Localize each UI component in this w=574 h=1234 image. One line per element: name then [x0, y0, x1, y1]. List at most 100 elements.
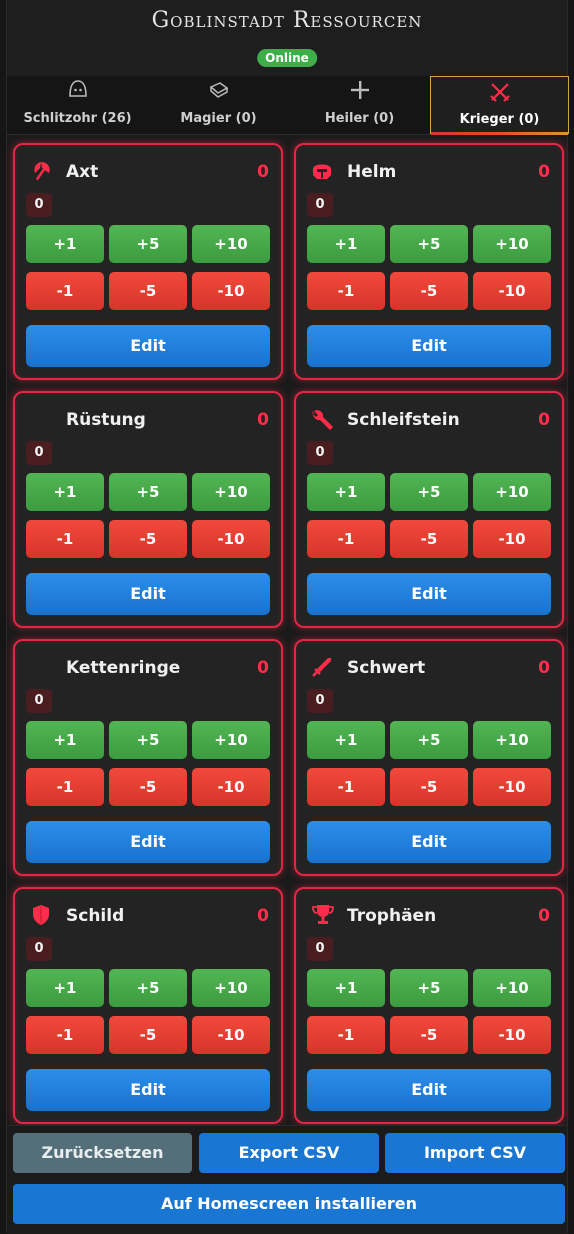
tab-magier[interactable]: Magier (0) — [148, 76, 289, 134]
plus-5-button[interactable]: +5 — [109, 225, 187, 263]
tab-label: Magier (0) — [180, 111, 257, 126]
resource-card-schleifstein: Schleifstein 0 0 +1 +5 +10 -1 -5 -10 Edi… — [294, 391, 564, 628]
minus-10-button[interactable]: -10 — [473, 520, 551, 558]
plus-10-button[interactable]: +10 — [473, 969, 551, 1007]
resource-card-schwert: Schwert 0 0 +1 +5 +10 -1 -5 -10 Edit — [294, 639, 564, 876]
plus-10-button[interactable]: +10 — [473, 473, 551, 511]
plus-5-button[interactable]: +5 — [390, 225, 468, 263]
edit-button[interactable]: Edit — [307, 573, 551, 615]
plus-5-button[interactable]: +5 — [390, 969, 468, 1007]
header: Goblinstadt Ressourcen Online — [7, 0, 567, 76]
minus-10-button[interactable]: -10 — [473, 768, 551, 806]
plus-5-button[interactable]: +5 — [390, 473, 468, 511]
footer-toolbar: Zurücksetzen Export CSV Import CSV Auf H… — [7, 1125, 567, 1234]
plus-5-button[interactable]: +5 — [109, 969, 187, 1007]
plus-10-button[interactable]: +10 — [192, 721, 270, 759]
minus-10-button[interactable]: -10 — [473, 1016, 551, 1054]
resource-total: 0 — [257, 410, 269, 430]
reset-button[interactable]: Zurücksetzen — [13, 1133, 192, 1173]
plus-10-button[interactable]: +10 — [192, 473, 270, 511]
edit-button[interactable]: Edit — [307, 821, 551, 863]
resource-count: 0 — [26, 441, 52, 465]
resource-count: 0 — [307, 937, 333, 961]
edit-button[interactable]: Edit — [307, 1069, 551, 1111]
plus-1-button[interactable]: +1 — [26, 721, 104, 759]
minus-1-button[interactable]: -1 — [26, 768, 104, 806]
tab-label: Schlitzohr (26) — [23, 111, 132, 126]
resource-count: 0 — [26, 193, 52, 217]
plus-1-button[interactable]: +1 — [26, 473, 104, 511]
status-badge: Online — [257, 49, 317, 67]
tab-label: Heiler (0) — [324, 111, 395, 126]
minus-1-button[interactable]: -1 — [26, 520, 104, 558]
plus-1-button[interactable]: +1 — [307, 225, 385, 263]
edit-button[interactable]: Edit — [26, 573, 270, 615]
trophy-icon — [310, 903, 334, 927]
minus-5-button[interactable]: -5 — [109, 272, 187, 310]
tab-heiler[interactable]: Heiler (0) — [289, 76, 430, 134]
minus-10-button[interactable]: -10 — [192, 520, 270, 558]
import-csv-button[interactable]: Import CSV — [385, 1133, 565, 1173]
minus-10-button[interactable]: -10 — [473, 272, 551, 310]
crossed-swords-icon — [431, 77, 568, 110]
plus-10-button[interactable]: +10 — [473, 225, 551, 263]
minus-1-button[interactable]: -1 — [26, 1016, 104, 1054]
plus-icon — [289, 76, 430, 109]
minus-1-button[interactable]: -1 — [307, 768, 385, 806]
plus-1-button[interactable]: +1 — [26, 969, 104, 1007]
helmet-icon — [310, 159, 334, 183]
resource-name: Schleifstein — [347, 410, 460, 430]
resource-count: 0 — [307, 193, 333, 217]
resource-card-kettenringe: Kettenringe 0 0 +1 +5 +10 -1 -5 -10 Edit — [13, 639, 283, 876]
wrench-icon — [310, 407, 334, 431]
resource-card-helm: Helm 0 0 +1 +5 +10 -1 -5 -10 Edit — [294, 143, 564, 380]
resource-total: 0 — [257, 658, 269, 678]
minus-5-button[interactable]: -5 — [109, 520, 187, 558]
edit-button[interactable]: Edit — [26, 1069, 270, 1111]
plus-5-button[interactable]: +5 — [390, 721, 468, 759]
plus-1-button[interactable]: +1 — [307, 969, 385, 1007]
minus-1-button[interactable]: -1 — [307, 1016, 385, 1054]
plus-1-button[interactable]: +1 — [307, 721, 385, 759]
minus-10-button[interactable]: -10 — [192, 1016, 270, 1054]
resource-total: 0 — [538, 658, 550, 678]
minus-5-button[interactable]: -5 — [390, 272, 468, 310]
plus-10-button[interactable]: +10 — [473, 721, 551, 759]
resource-name: Axt — [66, 162, 99, 182]
tab-schlitzohr[interactable]: Schlitzohr (26) — [7, 76, 148, 134]
resource-total: 0 — [538, 162, 550, 182]
install-homescreen-button[interactable]: Auf Homescreen installieren — [13, 1184, 565, 1224]
resource-name: Schwert — [347, 658, 426, 678]
resource-name: Trophäen — [347, 906, 437, 926]
minus-5-button[interactable]: -5 — [390, 520, 468, 558]
tab-krieger[interactable]: Krieger (0) — [430, 76, 569, 135]
resource-name: Helm — [347, 162, 397, 182]
plus-5-button[interactable]: +5 — [109, 473, 187, 511]
minus-1-button[interactable]: -1 — [26, 272, 104, 310]
plus-1-button[interactable]: +1 — [26, 225, 104, 263]
minus-5-button[interactable]: -5 — [390, 768, 468, 806]
shield-icon — [29, 903, 53, 927]
plus-1-button[interactable]: +1 — [307, 473, 385, 511]
app-container: Goblinstadt Ressourcen Online Schlitzohr… — [6, 0, 569, 1234]
spellbook-icon — [148, 76, 289, 109]
sword-icon — [310, 655, 334, 679]
minus-5-button[interactable]: -5 — [390, 1016, 468, 1054]
resource-total: 0 — [538, 410, 550, 430]
edit-button[interactable]: Edit — [26, 325, 270, 367]
minus-5-button[interactable]: -5 — [109, 768, 187, 806]
export-csv-button[interactable]: Export CSV — [199, 1133, 379, 1173]
minus-10-button[interactable]: -10 — [192, 272, 270, 310]
minus-1-button[interactable]: -1 — [307, 520, 385, 558]
plus-10-button[interactable]: +10 — [192, 969, 270, 1007]
resource-name: Schild — [66, 906, 125, 926]
minus-1-button[interactable]: -1 — [307, 272, 385, 310]
edit-button[interactable]: Edit — [26, 821, 270, 863]
resource-card-axt: Axt 0 0 +1 +5 +10 -1 -5 -10 Edit — [13, 143, 283, 380]
plus-10-button[interactable]: +10 — [192, 225, 270, 263]
resource-count: 0 — [26, 937, 52, 961]
edit-button[interactable]: Edit — [307, 325, 551, 367]
minus-5-button[interactable]: -5 — [109, 1016, 187, 1054]
minus-10-button[interactable]: -10 — [192, 768, 270, 806]
plus-5-button[interactable]: +5 — [109, 721, 187, 759]
